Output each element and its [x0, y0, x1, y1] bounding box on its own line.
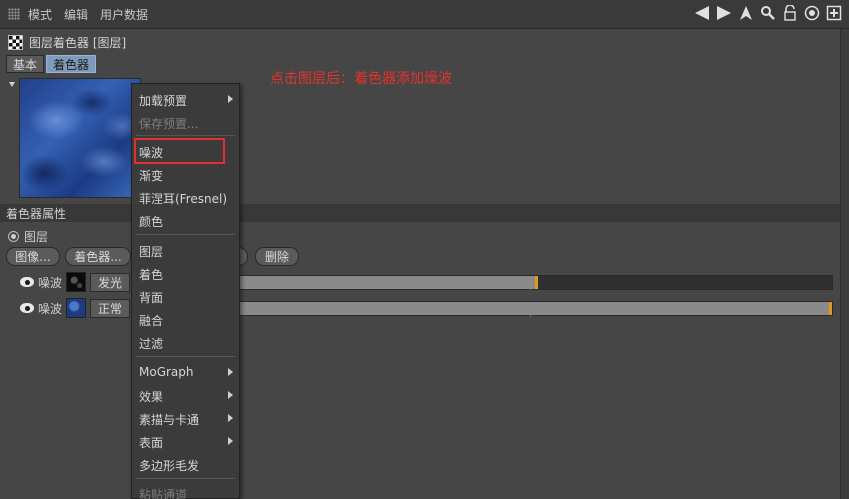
menu-item-layer[interactable]: 图层 [139, 243, 163, 260]
menu-item-filter[interactable]: 过滤 [139, 335, 163, 352]
pointer-up-icon[interactable] [737, 4, 755, 22]
menu-edit[interactable]: 编辑 [64, 6, 88, 23]
menu-item-hair[interactable]: 多边形毛发 [139, 457, 199, 474]
section-header: 着色器属性 [0, 204, 840, 222]
menu-item-noise[interactable]: 噪波 [139, 144, 163, 161]
menu-mode[interactable]: 模式 [28, 6, 52, 23]
context-menu: 加载预置 保存预置... 噪波 渐变 菲涅耳(Fresnel) 颜色 图层 着色… [131, 83, 240, 499]
menu-item-backdrop[interactable]: 背面 [139, 289, 163, 306]
menu-item-save-preset: 保存预置... [139, 117, 199, 131]
submenu-arrow-icon [228, 414, 233, 422]
tab-shader[interactable]: 着色器 [46, 55, 97, 73]
target-icon[interactable] [803, 4, 821, 22]
radio-icon[interactable] [8, 231, 19, 242]
menu-item-sketch-toon[interactable]: 素描与卡通 [139, 411, 199, 428]
page-title: 图层着色器 [图层] [29, 36, 127, 50]
layer-name: 噪波 [38, 275, 63, 290]
slider-tick [530, 312, 531, 316]
radio-label: 图层 [24, 230, 49, 244]
menu-item-gradient[interactable]: 渐变 [139, 167, 163, 184]
title-row: 图层着色器 [图层] [8, 34, 126, 51]
blend-mode-select[interactable]: 正常 [90, 298, 131, 318]
tab-basic[interactable]: 基本 [6, 55, 45, 73]
menu-item-fresnel[interactable]: 菲涅耳(Fresnel) [139, 190, 227, 207]
shader-preview [19, 78, 141, 198]
menu-item-surfaces[interactable]: 表面 [139, 434, 163, 451]
layer-name: 噪波 [38, 301, 63, 316]
menu-item-load-preset[interactable]: 加载预置 [139, 92, 187, 109]
slider-handle[interactable] [535, 276, 538, 289]
menu-item-mograph[interactable]: MoGraph [139, 365, 194, 379]
blend-mode-select[interactable]: 发光 [90, 272, 131, 292]
layer-radio-row[interactable]: 图层 [8, 228, 48, 245]
submenu-arrow-icon [228, 391, 233, 399]
new-window-icon[interactable] [825, 4, 843, 22]
toolbar-icons [693, 4, 843, 22]
grip-icon[interactable] [8, 8, 20, 20]
tab-bar: 基本 着色器 [6, 55, 97, 73]
layer-row[interactable]: 噪波 发光 [20, 272, 131, 292]
delete-button[interactable]: 删除 [255, 247, 299, 266]
collapse-triangle-icon[interactable] [9, 82, 15, 87]
scrollbar[interactable] [840, 29, 849, 499]
annotation-text: 点击图层后：着色器添加燥波 [270, 71, 452, 87]
layer-thumbnail[interactable] [66, 272, 87, 292]
submenu-arrow-icon [228, 437, 233, 445]
menu-item-colorize[interactable]: 着色 [139, 266, 163, 283]
arrow-left-icon[interactable] [693, 4, 711, 22]
menu-separator [136, 135, 235, 136]
submenu-arrow-icon [228, 95, 233, 103]
section-title: 着色器属性 [6, 206, 67, 221]
menu-item-paste-channel: 粘贴通道 [139, 488, 188, 499]
layer-shader-icon [8, 35, 23, 50]
search-icon[interactable] [759, 4, 777, 22]
opacity-slider[interactable] [236, 275, 833, 290]
menu-item-effects[interactable]: 效果 [139, 388, 163, 405]
menu-separator [136, 356, 235, 357]
menu-item-color[interactable]: 颜色 [139, 213, 163, 230]
eye-icon[interactable] [20, 303, 34, 313]
layer-thumbnail[interactable] [66, 298, 87, 318]
menu-user-data[interactable]: 用户数据 [100, 6, 148, 23]
menu-item-fusion[interactable]: 融合 [139, 312, 163, 329]
opacity-slider[interactable] [236, 301, 833, 316]
arrow-right-icon[interactable] [715, 4, 733, 22]
slider-fill [237, 276, 535, 289]
submenu-arrow-icon [228, 368, 233, 376]
layer-row[interactable]: 噪波 正常 [20, 298, 131, 318]
shader-button[interactable]: 着色器... [65, 247, 131, 266]
slider-tick [530, 286, 531, 290]
menu-separator [136, 478, 235, 479]
lock-icon[interactable] [781, 4, 799, 22]
slider-fill [237, 302, 832, 315]
slider-handle[interactable] [829, 302, 832, 315]
image-button[interactable]: 图像... [6, 247, 60, 266]
menu-separator [136, 234, 235, 235]
eye-icon[interactable] [20, 277, 34, 287]
menu-bar: 模式 编辑 用户数据 [0, 0, 849, 29]
